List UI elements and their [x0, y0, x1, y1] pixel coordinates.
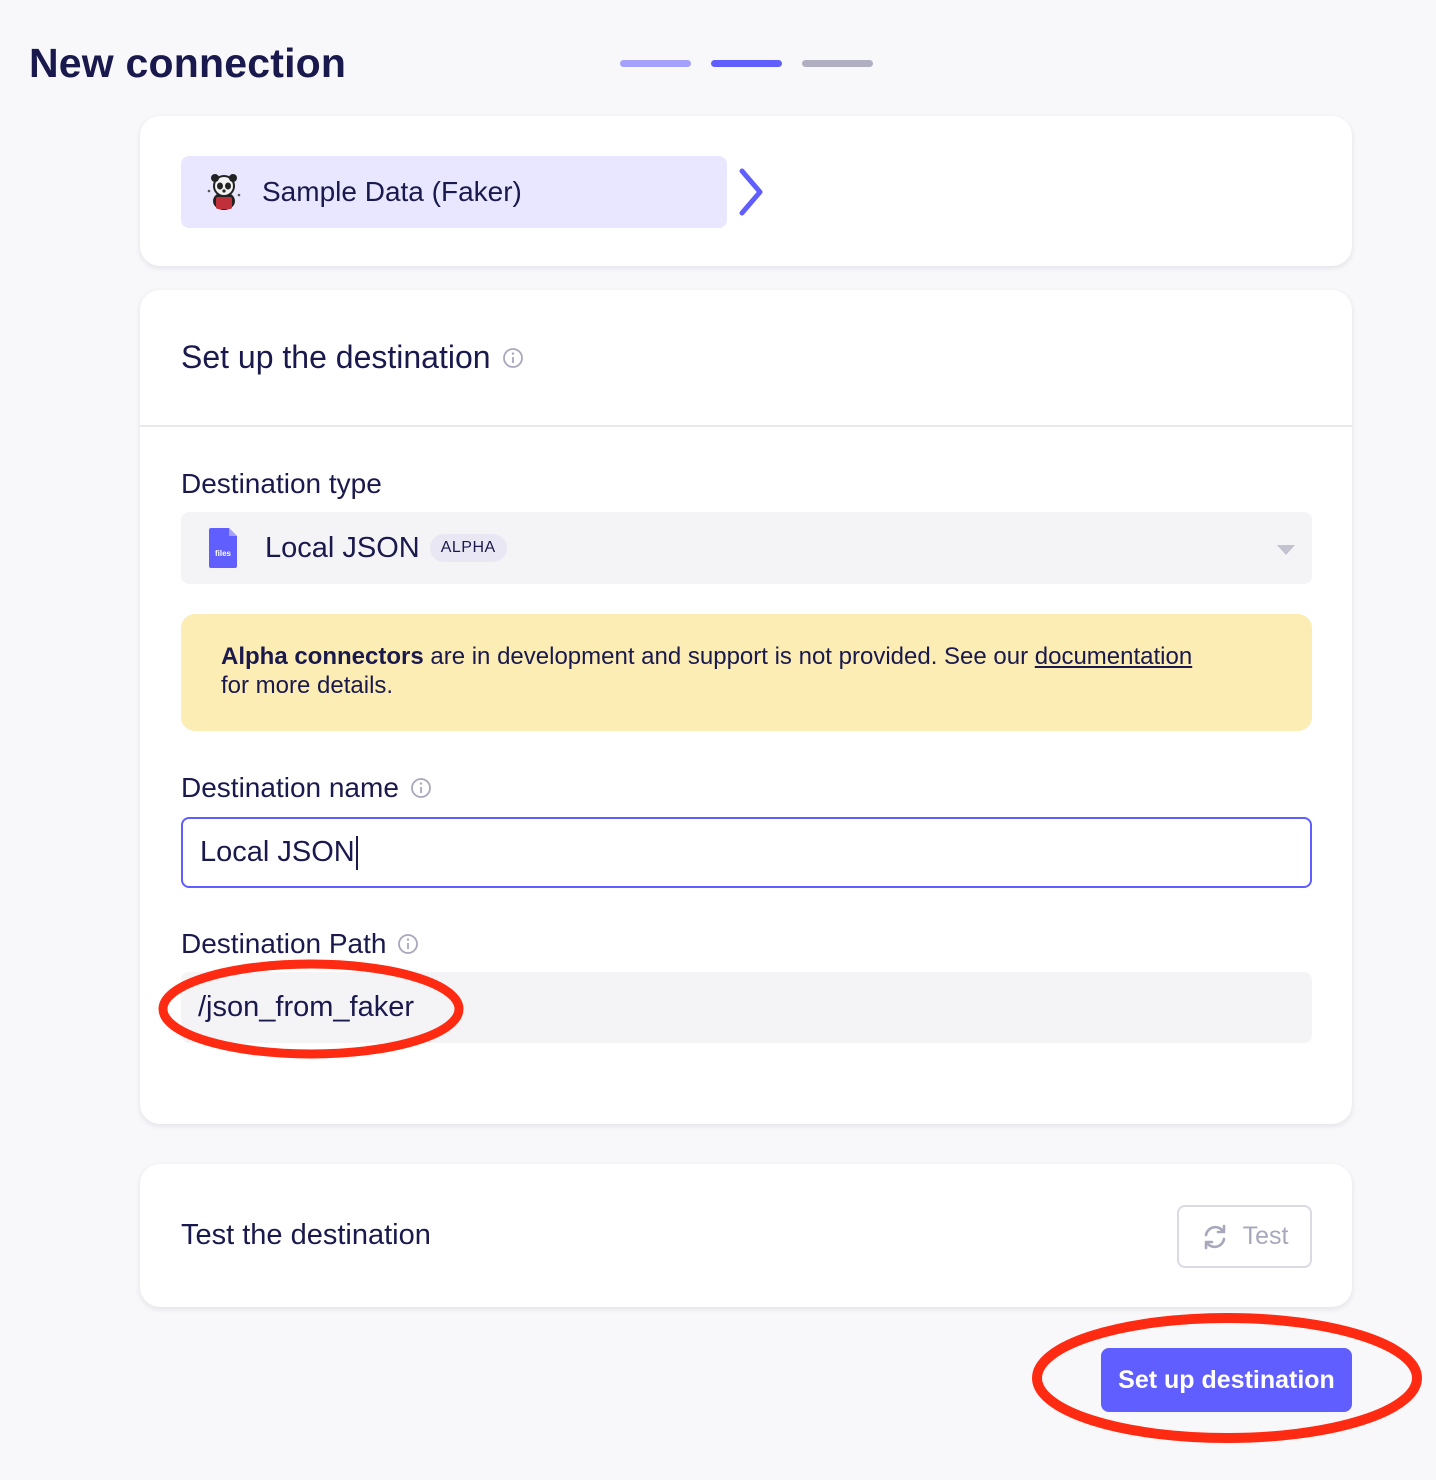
- text-cursor: [355, 835, 358, 870]
- warning-tail-text: for more details.: [221, 672, 394, 699]
- destination-path-label-text: Destination Path: [181, 928, 387, 959]
- step-indicator-current: [711, 60, 782, 67]
- set-up-destination-button[interactable]: Set up destination: [1101, 1348, 1352, 1412]
- destination-type-label-text: Destination type: [181, 468, 382, 499]
- destination-path-input[interactable]: /json_from_faker: [181, 972, 1312, 1043]
- destination-type-value: Local JSON: [265, 531, 420, 564]
- destination-name-label: Destination name: [181, 772, 432, 804]
- destination-path-value: /json_from_faker: [198, 991, 414, 1023]
- info-icon[interactable]: [502, 347, 524, 369]
- info-icon[interactable]: [397, 933, 419, 955]
- refresh-icon: [1204, 1224, 1225, 1249]
- documentation-link[interactable]: documentation: [1035, 643, 1192, 670]
- destination-type-select[interactable]: files Local JSON ALPHA: [181, 512, 1312, 584]
- test-button[interactable]: Test: [1177, 1205, 1312, 1268]
- test-destination-title: Test the destination: [181, 1219, 431, 1251]
- faker-logo-icon: [207, 174, 241, 210]
- source-name: Sample Data (Faker): [262, 176, 522, 207]
- destination-setup-card: Set up the destination Destination type …: [140, 290, 1352, 1124]
- destination-name-label-text: Destination name: [181, 772, 399, 803]
- progress-stepper: [620, 60, 873, 67]
- alpha-badge: ALPHA: [429, 534, 507, 562]
- chevron-right-icon: [739, 168, 763, 216]
- svg-text:files: files: [215, 549, 232, 558]
- test-button-label: Test: [1242, 1222, 1289, 1250]
- page-title: New connection: [29, 40, 347, 86]
- destination-type-label: Destination type: [181, 468, 382, 500]
- warning-text: are in development and support is not pr…: [423, 643, 1035, 670]
- step-indicator-completed: [620, 60, 691, 67]
- warning-bold-text: Alpha connectors: [221, 643, 424, 670]
- test-destination-card: Test the destination Test: [140, 1164, 1352, 1307]
- source-card: Sample Data (Faker): [140, 116, 1352, 266]
- info-icon[interactable]: [410, 777, 432, 799]
- destination-path-label: Destination Path: [181, 928, 419, 960]
- destination-name-value: Local JSON: [200, 836, 355, 868]
- destination-setup-title: Set up the destination: [181, 339, 491, 375]
- source-selector[interactable]: Sample Data (Faker): [181, 156, 727, 228]
- chevron-down-icon: [1277, 545, 1295, 555]
- destination-setup-header: Set up the destination: [140, 290, 1352, 427]
- step-indicator-upcoming: [802, 60, 873, 67]
- alpha-warning-banner: Alpha connectors are in development and …: [181, 614, 1312, 731]
- files-icon: files: [209, 528, 237, 568]
- destination-name-input[interactable]: Local JSON: [181, 817, 1312, 888]
